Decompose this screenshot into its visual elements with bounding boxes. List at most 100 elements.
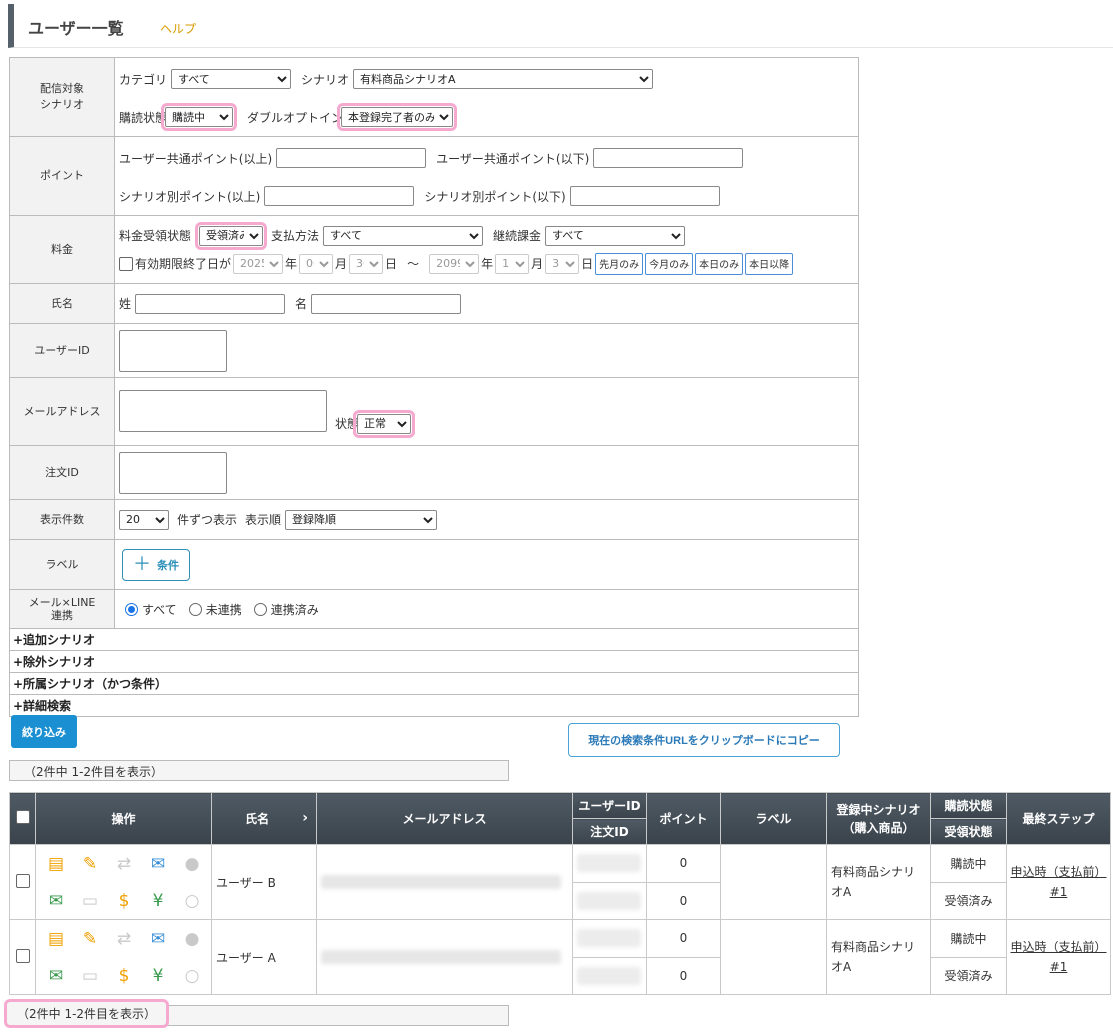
category-select[interactable]: すべて: [171, 69, 292, 89]
radio-all[interactable]: [125, 602, 138, 616]
order-select[interactable]: 登録降順: [285, 509, 438, 530]
yen-icon[interactable]: ¥: [141, 957, 175, 994]
help-link[interactable]: ヘルプ: [160, 20, 196, 37]
chat-bubble-icon[interactable]: ●: [175, 845, 209, 882]
radio-unlinked[interactable]: [188, 602, 202, 616]
message-transfer-icon[interactable]: ✉: [141, 920, 175, 957]
plus-icon: ＋: [133, 553, 151, 575]
today-only-button[interactable]: 本日のみ: [695, 252, 744, 275]
coin-icon[interactable]: $: [107, 957, 141, 994]
mail-icon[interactable]: ✉: [39, 882, 73, 919]
last-month-button[interactable]: 先月のみ: [595, 252, 644, 275]
yen-icon[interactable]: ¥: [141, 882, 175, 919]
common-point-min-input[interactable]: [276, 148, 427, 168]
row-last-step-number[interactable]: #1: [1050, 885, 1068, 899]
range-tilde: ～: [407, 257, 420, 271]
first-name-input[interactable]: [311, 293, 462, 314]
order-id-header: 注文ID: [572, 818, 647, 845]
chat-bubble-icon[interactable]: ●: [175, 920, 209, 957]
scenario-select[interactable]: 有料商品シナリオA: [353, 69, 654, 89]
select-all-checkbox[interactable]: [15, 810, 30, 824]
month-unit: 月: [335, 257, 348, 271]
scenario-point-max-label: シナリオ別ポイント(以下): [424, 189, 566, 204]
result-count-top: （2件中 1-2件目を表示）: [9, 760, 509, 781]
count-suffix: 件ずつ表示: [177, 513, 238, 527]
from-day-select[interactable]: 30: [349, 253, 384, 274]
name-label: 氏名: [9, 283, 115, 324]
select-all-header: [9, 792, 36, 845]
row-point: 0: [646, 956, 721, 995]
row-point: 0: [646, 919, 721, 958]
row-checkbox[interactable]: [15, 873, 30, 888]
expander-add-scenario[interactable]: +追加シナリオ: [9, 628, 859, 651]
id-card-icon[interactable]: ▤: [39, 920, 73, 957]
to-year-select[interactable]: 2099: [429, 253, 480, 274]
user-edit-icon[interactable]: ✎: [73, 845, 107, 882]
display-count-select[interactable]: 20: [119, 509, 169, 530]
email-state-select[interactable]: 正常: [357, 413, 412, 434]
receipt-icon[interactable]: ▭: [73, 882, 107, 919]
expiry-checkbox[interactable]: [119, 256, 133, 271]
scenario-point-max-input[interactable]: [569, 186, 720, 206]
row-last-step-number[interactable]: #1: [1050, 960, 1068, 974]
common-point-max-input[interactable]: [593, 148, 744, 168]
from-year-select[interactable]: 2025: [233, 253, 284, 274]
last-name-input[interactable]: [135, 293, 286, 314]
email-textarea[interactable]: [119, 389, 327, 432]
name-header[interactable]: 氏名 ›: [211, 792, 317, 845]
expiry-label: 有効期限終了日が: [135, 257, 232, 271]
sort-arrow-icon[interactable]: ›: [302, 810, 308, 826]
payment-select[interactable]: すべて: [323, 225, 484, 246]
from-today-button[interactable]: 本日以降: [745, 252, 794, 275]
radio-linked[interactable]: [253, 602, 267, 616]
add-condition-button[interactable]: ＋ 条件: [122, 548, 190, 581]
radio-unlinked-label: 未連携: [205, 602, 242, 617]
year-unit: 年: [481, 257, 494, 271]
order-label: 表示順: [245, 513, 282, 527]
user-id-textarea[interactable]: [119, 329, 227, 372]
row-name: ユーザー A: [211, 919, 317, 995]
status-highlight: 購読中: [161, 103, 238, 131]
redacted-user-id: [577, 929, 641, 948]
order-id-textarea[interactable]: [119, 451, 227, 494]
from-month-select[interactable]: 06: [299, 253, 334, 274]
redacted-order-id: [577, 966, 641, 985]
row-point: 0: [646, 844, 721, 883]
chat-gray-icon[interactable]: ○: [175, 882, 209, 919]
row-last-step-link[interactable]: 申込時（支払前）: [1010, 940, 1106, 954]
email-label: メールアドレス: [9, 377, 115, 446]
handshake-icon[interactable]: ⇄: [107, 920, 141, 957]
filter-button[interactable]: 絞り込み: [11, 715, 77, 748]
user-edit-icon[interactable]: ✎: [73, 920, 107, 957]
to-month-select[interactable]: 12: [495, 253, 530, 274]
row-receipt: 受領済み: [930, 956, 1007, 995]
receipt-icon[interactable]: ▭: [73, 957, 107, 994]
fee-label: 料金: [9, 215, 115, 284]
expander-exclude-scenario[interactable]: +除外シナリオ: [9, 650, 859, 673]
optin-select[interactable]: 本登録完了者のみ: [341, 107, 454, 127]
chat-gray-icon[interactable]: ○: [175, 957, 209, 994]
recurring-select[interactable]: すべて: [545, 225, 686, 246]
expander-advanced-search[interactable]: +詳細検索: [9, 694, 859, 717]
coin-icon[interactable]: $: [107, 882, 141, 919]
handshake-icon[interactable]: ⇄: [107, 845, 141, 882]
copy-url-button[interactable]: 現在の検索条件URLをクリップボードにコピー: [568, 723, 840, 757]
id-card-icon[interactable]: ▤: [39, 845, 73, 882]
common-point-min-label: ユーザー共通ポイント(以上): [119, 151, 273, 166]
row-checkbox[interactable]: [15, 948, 30, 963]
row-label: [720, 844, 827, 920]
scenario-point-min-input[interactable]: [264, 186, 415, 206]
status-select[interactable]: 購読中: [165, 107, 234, 127]
receipt-highlight: 受領済み: [195, 221, 268, 250]
table-row: ▤ ✎ ⇄ ✉ ● ✉ ▭ $ ¥ ○ ユーザー A 0 有料商品シナリオA 購…: [9, 919, 1111, 995]
to-day-select[interactable]: 31: [545, 253, 580, 274]
message-transfer-icon[interactable]: ✉: [141, 845, 175, 882]
this-month-button[interactable]: 今月のみ: [645, 252, 694, 275]
mail-icon[interactable]: ✉: [39, 957, 73, 994]
expander-member-scenario[interactable]: +所属シナリオ（かつ条件）: [9, 672, 859, 695]
receipt-select[interactable]: 受領済み: [199, 225, 264, 246]
redacted-email: [321, 950, 561, 964]
row-sub-status: 購読中: [930, 844, 1007, 883]
point-header: ポイント: [646, 792, 721, 845]
row-last-step-link[interactable]: 申込時（支払前）: [1010, 865, 1106, 879]
